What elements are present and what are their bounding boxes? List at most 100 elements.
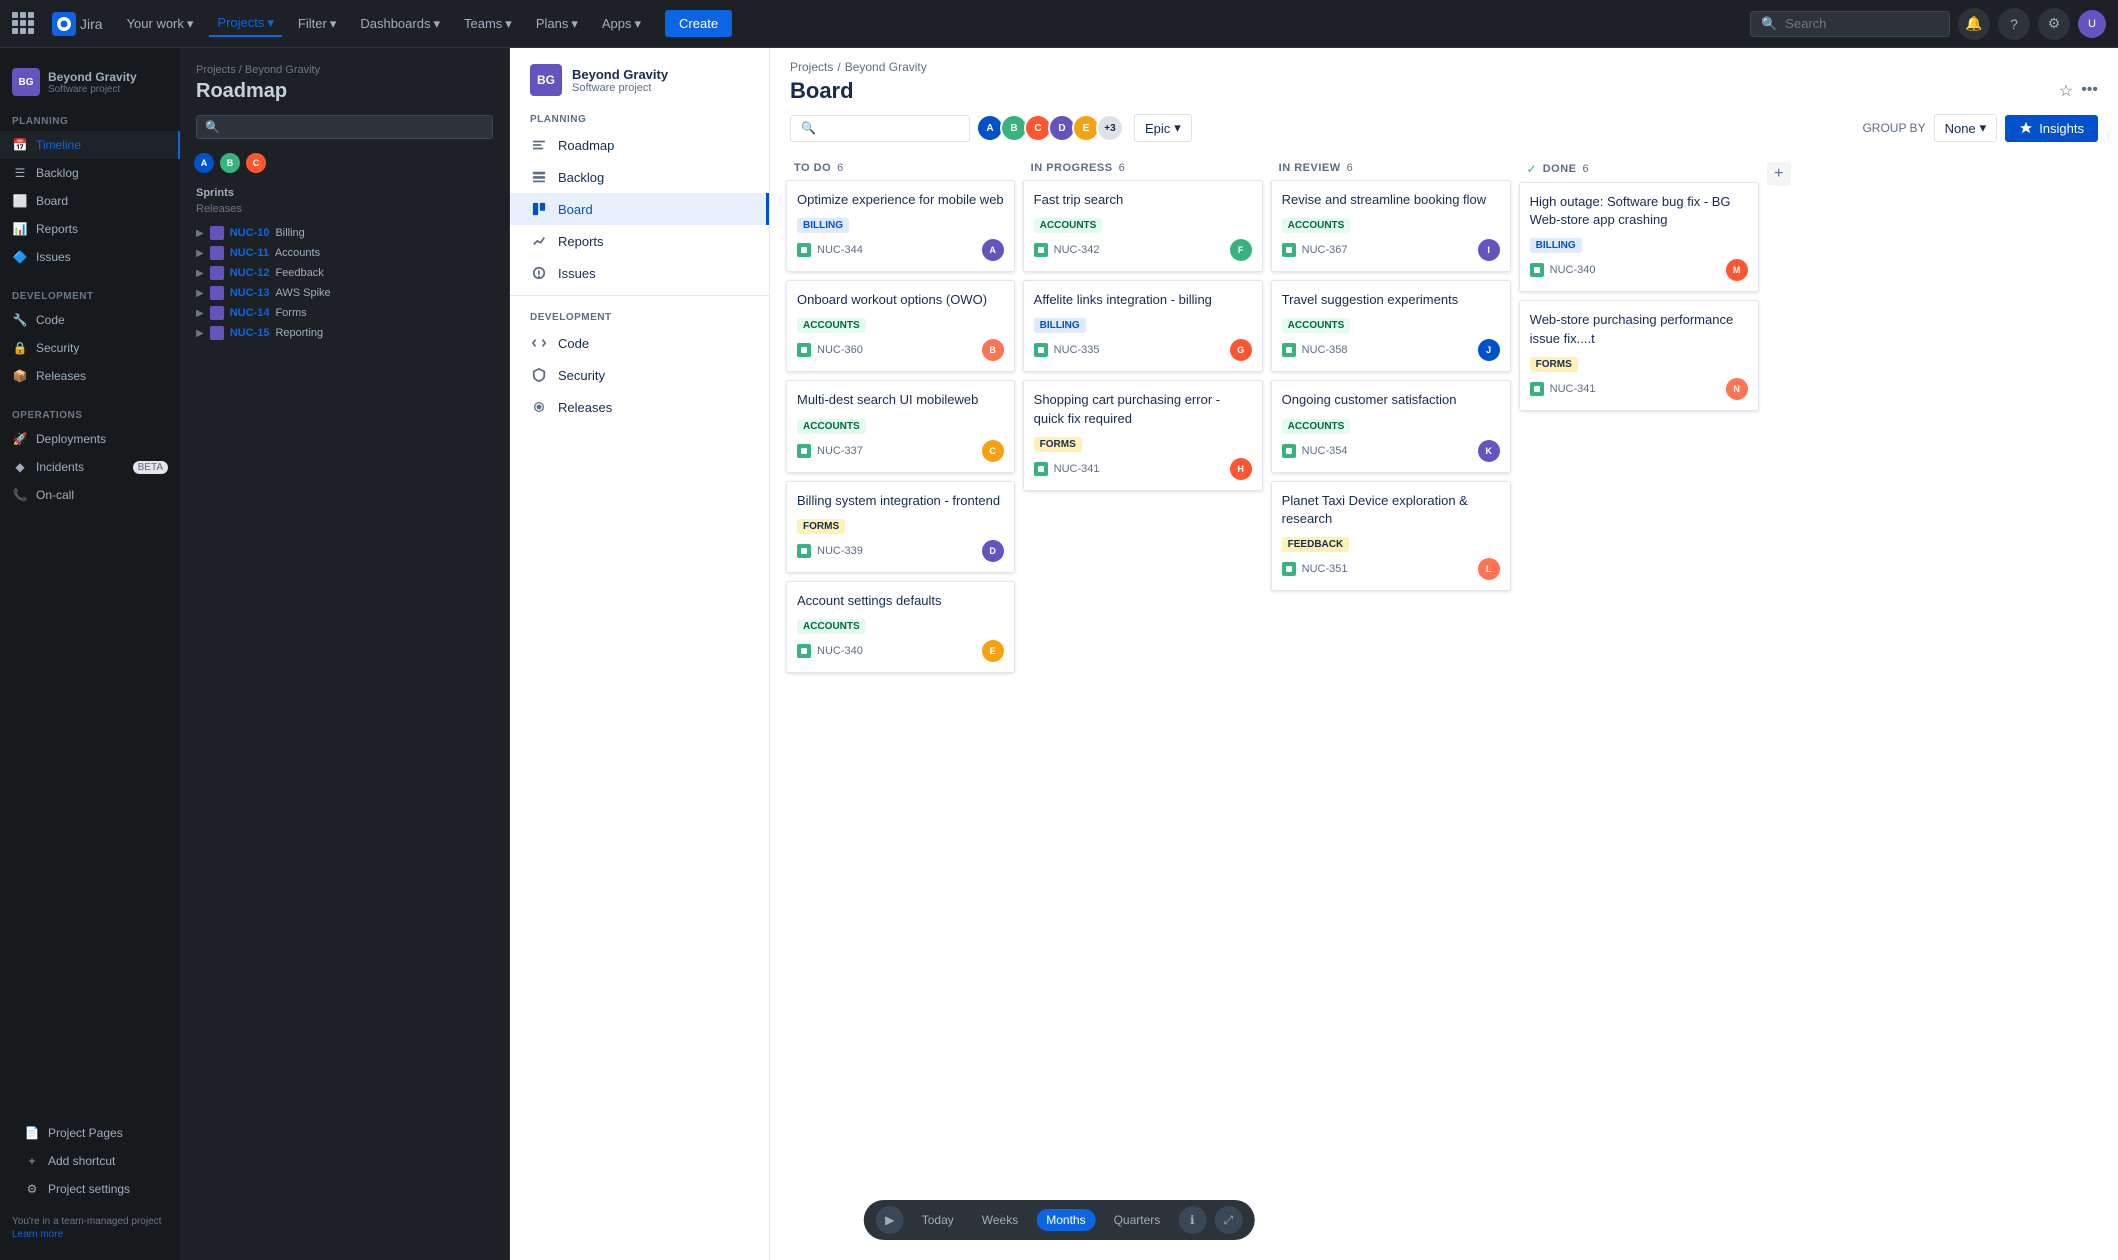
card-c4[interactable]: Billing system integration - frontend FO… (786, 481, 1015, 573)
issue-type-icon (1282, 444, 1296, 458)
nav-your-work[interactable]: Your work ▾ (119, 12, 202, 36)
sidebar-item-board[interactable]: ⬜ Board (0, 187, 180, 215)
card-assignee[interactable]: F (1230, 239, 1252, 261)
release-row-nuc11[interactable]: ▶ NUC-11 Accounts (196, 243, 493, 263)
lnp-item-backlog[interactable]: Backlog (510, 161, 769, 193)
roadmap-play-icon[interactable]: ▶ (876, 1206, 904, 1234)
lnp-item-releases[interactable]: Releases (510, 391, 769, 423)
card-c12[interactable]: Planet Taxi Device exploration & researc… (1271, 481, 1511, 591)
sidebar-item-incidents[interactable]: ◆ Incidents BETA (0, 453, 180, 481)
footer-link[interactable]: Learn more (12, 1229, 168, 1240)
lnp-item-code[interactable]: Code (510, 327, 769, 359)
roadmap-expand-icon[interactable]: ⤢ (1214, 1206, 1242, 1234)
card-c13[interactable]: High outage: Software bug fix - BG Web-s… (1519, 182, 1759, 292)
release-row-nuc13[interactable]: ▶ NUC-13 AWS Spike (196, 283, 493, 303)
board-avatar-count[interactable]: +3 (1096, 114, 1124, 142)
star-button[interactable]: ☆ (2059, 81, 2073, 101)
card-assignee[interactable]: B (982, 339, 1004, 361)
settings-icon[interactable]: ⚙ (2038, 8, 2070, 40)
create-button[interactable]: Create (665, 10, 732, 37)
card-assignee[interactable]: D (982, 540, 1004, 562)
card-c9[interactable]: Revise and streamline booking flow ACCOU… (1271, 180, 1511, 272)
avatar-3[interactable]: C (244, 151, 268, 175)
card-assignee[interactable]: H (1230, 458, 1252, 480)
search-input[interactable] (1785, 16, 1939, 31)
card-assignee[interactable]: E (982, 640, 1004, 662)
card-c11[interactable]: Ongoing customer satisfaction ACCOUNTS N… (1271, 380, 1511, 472)
nav-dashboards[interactable]: Dashboards ▾ (352, 12, 448, 36)
nav-apps[interactable]: Apps ▾ (594, 12, 649, 36)
card-c5[interactable]: Account settings defaults ACCOUNTS NUC-3… (786, 581, 1015, 673)
card-assignee[interactable]: C (982, 440, 1004, 462)
roadmap-search[interactable]: 🔍 (196, 115, 493, 139)
jira-logo[interactable]: Jira (52, 12, 103, 36)
add-column-button[interactable]: + (1767, 162, 1791, 186)
sidebar-item-deployments[interactable]: 🚀 Deployments (0, 425, 180, 453)
card-c6[interactable]: Fast trip search ACCOUNTS NUC-342 F (1023, 180, 1263, 272)
release-row-nuc15[interactable]: ▶ NUC-15 Reporting (196, 323, 493, 343)
roadmap-info-icon[interactable]: ℹ (1178, 1206, 1206, 1234)
card-assignee[interactable]: A (982, 239, 1004, 261)
card-c3[interactable]: Multi-dest search UI mobileweb ACCOUNTS … (786, 380, 1015, 472)
sidebar-item-backlog[interactable]: ☰ Backlog (0, 159, 180, 187)
user-avatar[interactable]: U (2078, 10, 2106, 38)
lnp-item-roadmap[interactable]: Roadmap (510, 129, 769, 161)
roadmap-search-input[interactable] (226, 120, 484, 134)
nav-filter[interactable]: Filter ▾ (290, 12, 344, 36)
release-row-nuc10[interactable]: ▶ NUC-10 Billing (196, 223, 493, 243)
card-c10[interactable]: Travel suggestion experiments ACCOUNTS N… (1271, 280, 1511, 372)
insights-button[interactable]: Insights (2005, 115, 2098, 142)
lnp-item-issues[interactable]: Issues (510, 257, 769, 289)
roadmap-today-button[interactable]: Today (912, 1209, 964, 1231)
sidebar-item-issues[interactable]: 🔷 Issues (0, 243, 180, 271)
card-c14[interactable]: Web-store purchasing performance issue f… (1519, 300, 1759, 410)
card-assignee[interactable]: K (1478, 440, 1500, 462)
breadcrumb-projects[interactable]: Projects (790, 60, 833, 74)
sidebar-item-security[interactable]: 🔒 Security (0, 334, 180, 362)
card-footer: NUC-340 E (797, 640, 1004, 662)
card-title: Account settings defaults (797, 592, 1004, 610)
release-row-nuc14[interactable]: ▶ NUC-14 Forms (196, 303, 493, 323)
nav-teams[interactable]: Teams ▾ (456, 12, 520, 36)
lnp-item-reports[interactable]: Reports (510, 225, 769, 257)
more-button[interactable]: ••• (2081, 81, 2098, 101)
group-by-select[interactable]: None ▾ (1934, 114, 1998, 142)
help-icon[interactable]: ? (1998, 8, 2030, 40)
release-row-nuc12[interactable]: ▶ NUC-12 Feedback (196, 263, 493, 283)
sidebar-item-add-shortcut[interactable]: + Add shortcut (12, 1147, 168, 1175)
app-switcher-icon[interactable] (12, 12, 36, 36)
sidebar-item-timeline[interactable]: 📅 Timeline (0, 131, 180, 159)
card-assignee[interactable]: L (1478, 558, 1500, 580)
card-c1[interactable]: Optimize experience for mobile web BILLI… (786, 180, 1015, 272)
notifications-icon[interactable]: 🔔 (1958, 8, 1990, 40)
board-search[interactable]: 🔍 (790, 115, 970, 142)
card-assignee[interactable]: I (1478, 239, 1500, 261)
sidebar-item-oncall[interactable]: 📞 On-call (0, 481, 180, 509)
sidebar-item-releases[interactable]: 📦 Releases (0, 362, 180, 390)
card-c8[interactable]: Shopping cart purchasing error - quick f… (1023, 380, 1263, 490)
sidebar-item-project-pages[interactable]: 📄 Project Pages (12, 1119, 168, 1147)
nav-projects[interactable]: Projects ▾ (209, 11, 282, 37)
board-search-input[interactable] (822, 121, 959, 136)
roadmap-weeks-button[interactable]: Weeks (972, 1209, 1028, 1231)
card-c7[interactable]: Affelite links integration - billing BIL… (1023, 280, 1263, 372)
avatar-2[interactable]: B (218, 151, 242, 175)
avatar-1[interactable]: A (192, 151, 216, 175)
roadmap-months-button[interactable]: Months (1036, 1209, 1095, 1231)
lnp-item-board[interactable]: Board (510, 193, 769, 225)
card-c2[interactable]: Onboard workout options (OWO) ACCOUNTS N… (786, 280, 1015, 372)
sidebar-item-code[interactable]: 🔧 Code (0, 306, 180, 334)
reports-icon: 📊 (12, 221, 28, 237)
card-assignee[interactable]: G (1230, 339, 1252, 361)
card-assignee[interactable]: M (1726, 259, 1748, 281)
card-assignee[interactable]: J (1478, 339, 1500, 361)
lnp-item-security[interactable]: Security (510, 359, 769, 391)
sidebar-item-project-settings[interactable]: ⚙ Project settings (12, 1175, 168, 1203)
card-assignee[interactable]: N (1726, 378, 1748, 400)
search-bar[interactable]: 🔍 (1750, 11, 1950, 37)
epic-filter-button[interactable]: Epic ▾ (1134, 114, 1192, 142)
breadcrumb-project[interactable]: Beyond Gravity (845, 60, 927, 74)
nav-plans[interactable]: Plans ▾ (528, 12, 586, 36)
roadmap-quarters-button[interactable]: Quarters (1104, 1209, 1171, 1231)
sidebar-item-reports[interactable]: 📊 Reports (0, 215, 180, 243)
